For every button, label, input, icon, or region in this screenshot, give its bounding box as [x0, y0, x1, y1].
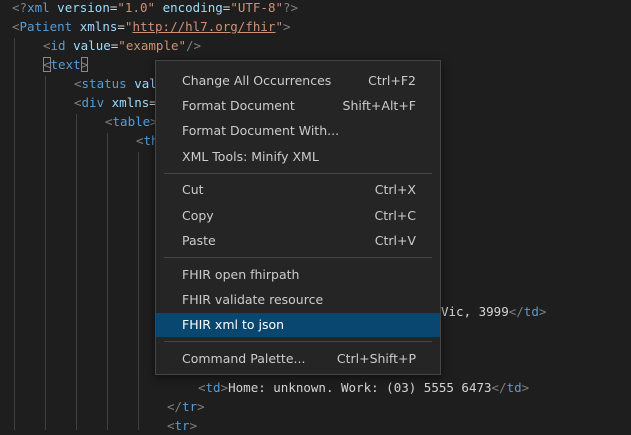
menu-item-shortcut: Ctrl+F2: [368, 73, 416, 88]
code-attr: value: [73, 38, 111, 53]
code-attr: val: [134, 76, 157, 91]
code-url-link[interactable]: http://hl7.org/fhir: [132, 19, 275, 34]
context-menu: Change All Occurrences Ctrl+F2 Format Doc…: [155, 60, 441, 375]
code-punct: </: [167, 399, 183, 414]
code-line-status[interactable]: <status val: [74, 74, 157, 93]
code-tag: tr: [174, 418, 190, 433]
code-line-text[interactable]: <text>: [43, 55, 89, 74]
menu-item-label: XML Tools: Minify XML: [182, 149, 319, 164]
code-tag: id: [50, 38, 66, 53]
code-tag: tr: [182, 399, 198, 414]
code-attr: encoding: [162, 0, 223, 15]
menu-item-fhir-validate-resource[interactable]: FHIR validate resource: [156, 288, 440, 312]
code-line-tr-open[interactable]: <tr>: [167, 416, 197, 435]
code-punct: <: [136, 133, 144, 148]
code-line-xml-declaration[interactable]: <?xml version="1.0" encoding="UTF-8"?>: [12, 0, 298, 17]
code-punct: <: [43, 38, 51, 53]
code-tag: xml: [27, 0, 50, 15]
code-string: ": [275, 19, 283, 34]
menu-item-change-all-occurrences[interactable]: Change All Occurrences Ctrl+F2: [156, 69, 440, 93]
code-punct: =: [117, 19, 125, 34]
menu-item-shortcut: Ctrl+C: [374, 208, 416, 223]
menu-item-label: Cut: [182, 182, 204, 197]
code-punct: >: [189, 418, 198, 433]
code-line-telecom-cell[interactable]: <td>Home: unknown. Work: (03) 5555 6473<…: [198, 378, 529, 397]
code-punct: <: [167, 418, 175, 433]
code-tag: text: [50, 57, 81, 72]
code-text: Home: unknown. Work: (03) 5555 6473: [228, 380, 492, 395]
code-punct: >: [521, 380, 530, 395]
code-punct: <: [12, 19, 20, 34]
code-punct: <: [74, 76, 82, 91]
code-punct: <: [105, 114, 113, 129]
menu-item-label: Format Document With...: [182, 123, 340, 138]
code-line-address-cell[interactable]: Vic, 3999</td>: [441, 302, 546, 321]
menu-item-copy[interactable]: Copy Ctrl+C: [156, 204, 440, 228]
code-punct: ?>: [283, 0, 299, 15]
menu-item-fhir-xml-to-json[interactable]: FHIR xml to json: [156, 313, 440, 337]
code-punct: <: [198, 380, 206, 395]
code-tag: div: [81, 95, 105, 110]
menu-item-format-document-with[interactable]: Format Document With...: [156, 119, 440, 143]
menu-item-label: Paste: [182, 233, 216, 248]
code-tag: table: [112, 114, 151, 129]
menu-item-shortcut: Ctrl+V: [374, 233, 416, 248]
menu-item-cut[interactable]: Cut Ctrl+X: [156, 178, 440, 202]
code-attr: xmlns: [79, 19, 118, 34]
menu-item-label: FHIR validate resource: [182, 292, 324, 307]
code-line-div[interactable]: <div xmlns=: [74, 93, 157, 112]
code-punct: >: [197, 399, 205, 414]
code-line-patient[interactable]: <Patient xmlns="http://hl7.org/fhir">: [12, 17, 291, 36]
code-text: Vic, 3999: [441, 304, 509, 319]
menu-item-label: Format Document: [182, 98, 295, 113]
menu-item-label: Change All Occurrences: [182, 73, 332, 88]
code-punct: >: [538, 304, 547, 319]
menu-separator: [164, 173, 432, 174]
menu-item-command-palette[interactable]: Command Palette... Ctrl+Shift+P: [156, 347, 440, 371]
code-punct: >: [220, 380, 229, 395]
indent-guide: [76, 114, 77, 430]
indent-guide: [138, 152, 139, 430]
indent-guide: [14, 38, 15, 430]
code-punct: </: [491, 380, 507, 395]
menu-item-paste[interactable]: Paste Ctrl+V: [156, 229, 440, 253]
menu-item-format-document[interactable]: Format Document Shift+Alt+F: [156, 94, 440, 118]
bracket-match-highlight: <: [43, 57, 51, 72]
bracket-match-highlight: >: [80, 57, 89, 72]
menu-item-shortcut: Ctrl+X: [374, 182, 416, 197]
code-punct: <: [74, 95, 82, 110]
code-string: "1.0": [117, 0, 156, 15]
code-attr: version: [57, 0, 110, 15]
indent-guide: [45, 76, 46, 430]
code-tag: Patient: [19, 19, 73, 34]
code-punct: </: [508, 304, 524, 319]
code-line-tr-close[interactable]: </tr>: [167, 397, 205, 416]
menu-item-shortcut: Ctrl+Shift+P: [336, 351, 416, 366]
code-line-id[interactable]: <id value="example"/>: [43, 36, 201, 55]
code-tag: td: [205, 380, 221, 395]
code-punct: >: [282, 19, 291, 34]
menu-item-label: FHIR open fhirpath: [182, 267, 300, 282]
code-punct: <?: [12, 0, 28, 15]
code-tag: td: [523, 304, 539, 319]
menu-separator: [164, 257, 432, 258]
menu-item-xml-tools-minify[interactable]: XML Tools: Minify XML: [156, 145, 440, 169]
code-tag: td: [506, 380, 522, 395]
menu-separator: [164, 341, 432, 342]
code-tag: status: [81, 76, 127, 91]
menu-item-label: Copy: [182, 208, 214, 223]
menu-item-label: FHIR xml to json: [182, 317, 285, 332]
menu-item-label: Command Palette...: [182, 351, 306, 366]
menu-item-shortcut: Shift+Alt+F: [342, 98, 416, 113]
code-attr: xmlns: [111, 95, 150, 110]
menu-item-fhir-open-fhirpath[interactable]: FHIR open fhirpath: [156, 263, 440, 287]
code-string: "UTF-8": [230, 0, 283, 15]
code-punct: />: [186, 38, 202, 53]
code-line-table[interactable]: <table>: [105, 112, 158, 131]
code-string: "example": [118, 38, 187, 53]
indent-guide: [107, 133, 108, 430]
